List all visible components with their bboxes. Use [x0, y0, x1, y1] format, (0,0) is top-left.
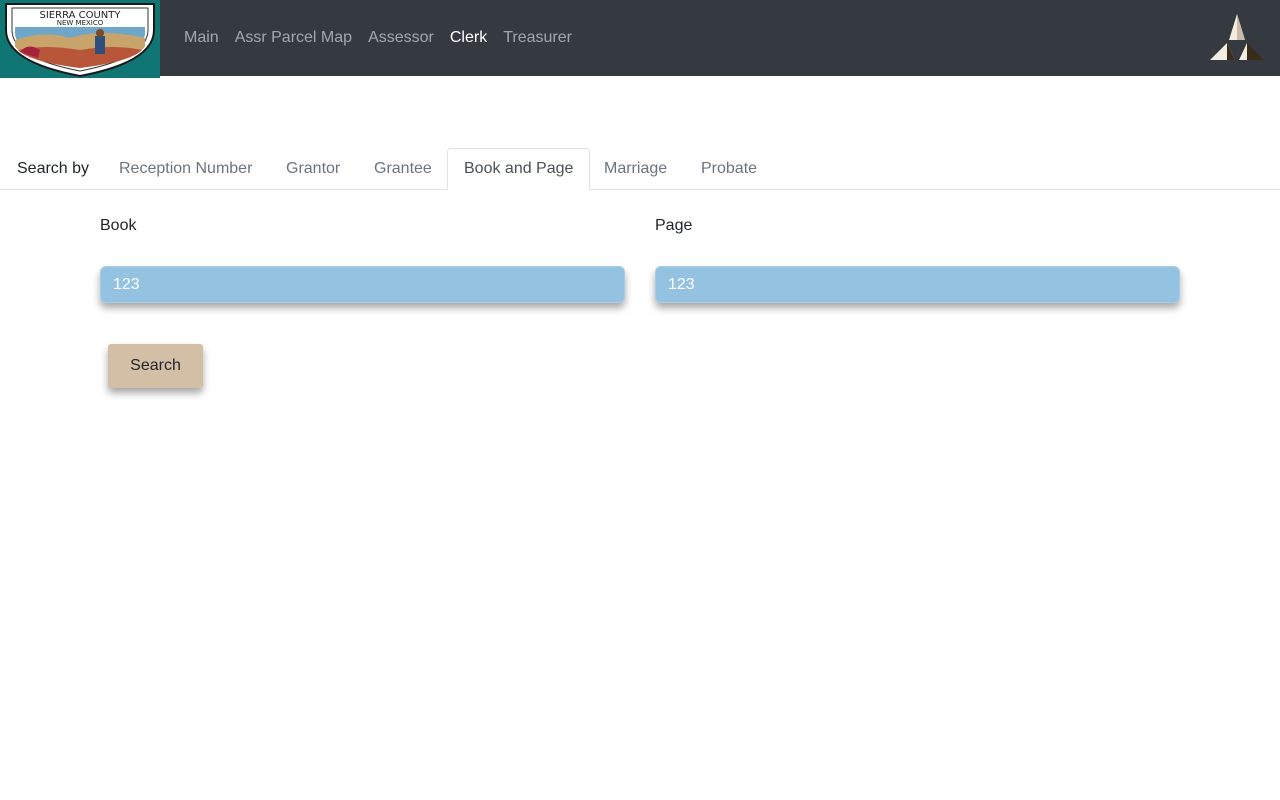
page-input[interactable]	[655, 266, 1180, 303]
nav-link-main[interactable]: Main	[176, 29, 227, 47]
svg-text:NEW MEXICO: NEW MEXICO	[57, 19, 104, 27]
nav-link-treasurer[interactable]: Treasurer	[495, 29, 580, 47]
tab-grantee[interactable]: Grantee	[358, 148, 448, 189]
page-label: Page	[655, 217, 693, 234]
sierra-county-seal-icon: SIERRA COUNTY NEW MEXICO	[5, 3, 155, 78]
tab-grantor[interactable]: Grantor	[270, 148, 356, 189]
nav-link-clerk[interactable]: Clerk	[442, 29, 495, 47]
tab-reception-number[interactable]: Reception Number	[103, 148, 268, 189]
tab-book-and-page[interactable]: Book and Page	[447, 148, 591, 190]
tab-marriage[interactable]: Marriage	[588, 148, 683, 189]
search-tabs: Search by Reception Number Grantor Grant…	[0, 148, 1280, 190]
top-navbar: SIERRA COUNTY NEW MEXICO Main Assr Parce…	[0, 0, 1280, 78]
triangle-mark-icon[interactable]	[1208, 12, 1266, 62]
nav-link-assr-parcel-map[interactable]: Assr Parcel Map	[227, 29, 360, 47]
search-by-label: Search by	[17, 160, 90, 177]
search-button[interactable]: Search	[108, 344, 203, 388]
book-input[interactable]	[100, 266, 625, 303]
nav-links: Main Assr Parcel Map Assessor Clerk Trea…	[176, 0, 580, 76]
nav-link-assessor[interactable]: Assessor	[360, 29, 442, 47]
book-label: Book	[100, 217, 137, 234]
county-logo[interactable]: SIERRA COUNTY NEW MEXICO	[0, 0, 160, 78]
tab-probate[interactable]: Probate	[685, 148, 773, 189]
